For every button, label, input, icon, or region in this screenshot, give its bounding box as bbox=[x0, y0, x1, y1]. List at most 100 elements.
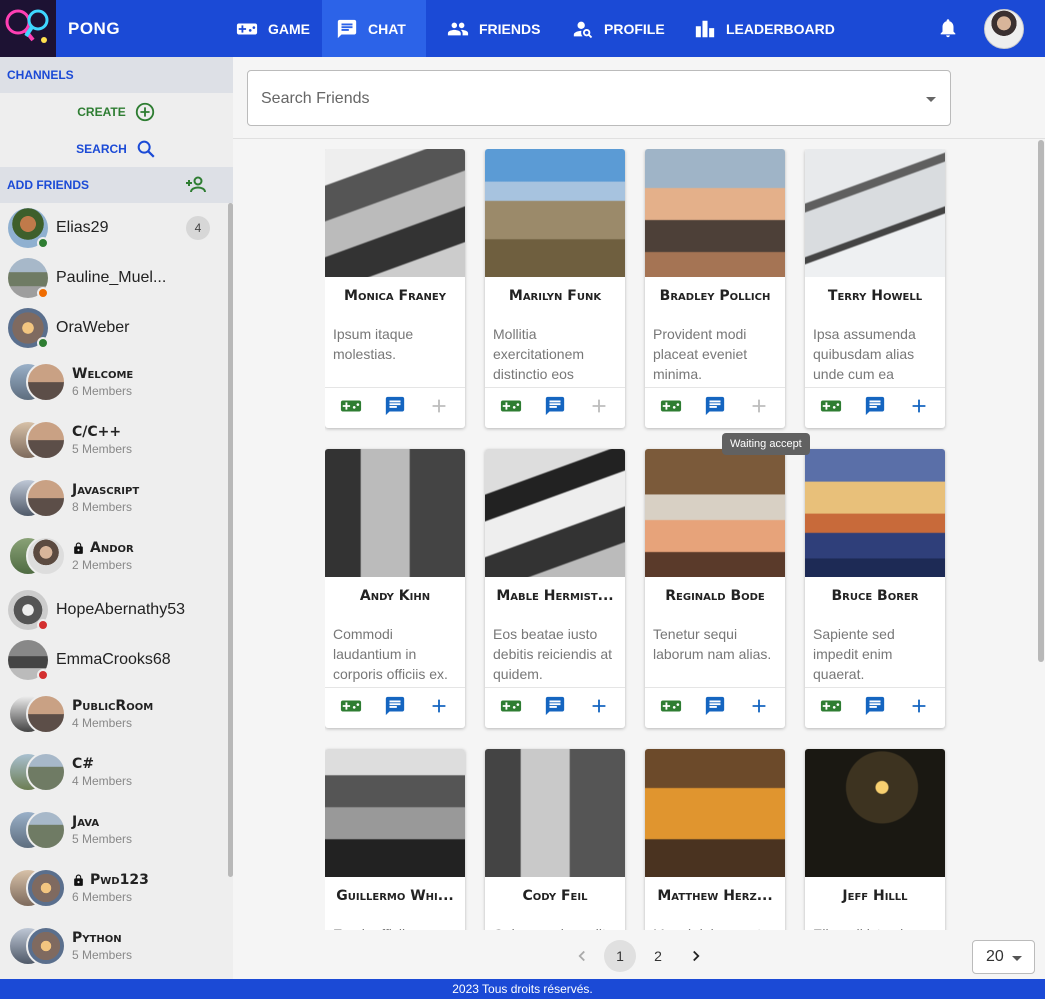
status-dot bbox=[37, 337, 49, 349]
invite-game-button[interactable] bbox=[820, 395, 842, 422]
gamepad-icon[interactable] bbox=[340, 695, 362, 717]
friend-name: OraWeber bbox=[56, 319, 130, 336]
invite-game-button[interactable] bbox=[500, 395, 522, 422]
friend-item[interactable]: EmmaCrooks68 bbox=[0, 635, 233, 685]
nav-game[interactable]: GAME bbox=[222, 0, 324, 57]
nav-profile[interactable]: PROFILE bbox=[558, 0, 679, 57]
gamepad-icon[interactable] bbox=[500, 695, 522, 717]
invite-game-button[interactable] bbox=[660, 695, 682, 722]
search-friends-select[interactable]: Search Friends bbox=[247, 70, 951, 126]
chat-icon[interactable] bbox=[384, 395, 406, 417]
channels-header: CHANNELS bbox=[0, 57, 233, 93]
main-scrollbar[interactable] bbox=[1038, 140, 1044, 662]
chat-icon[interactable] bbox=[384, 695, 406, 717]
friend-item[interactable]: Pauline_Muel... bbox=[0, 253, 233, 303]
divider bbox=[233, 138, 1045, 139]
friend-photo bbox=[805, 449, 945, 577]
channel-item[interactable]: Javascript 8 Members bbox=[0, 469, 233, 527]
add-friend-button[interactable] bbox=[428, 695, 450, 722]
friend-card-actions bbox=[805, 687, 945, 728]
chat-icon[interactable] bbox=[864, 395, 886, 417]
invite-game-button[interactable] bbox=[820, 695, 842, 722]
friend-card-actions bbox=[645, 387, 785, 428]
friend-item[interactable]: Elias29 4 bbox=[0, 203, 233, 253]
status-dot bbox=[37, 619, 49, 631]
gamepad-icon[interactable] bbox=[340, 395, 362, 417]
gamepad-icon[interactable] bbox=[660, 395, 682, 417]
add-icon bbox=[912, 699, 926, 712]
channel-item[interactable]: Pwd123 6 Members bbox=[0, 859, 233, 917]
add-friend-button[interactable] bbox=[908, 395, 930, 422]
friend-item[interactable]: HopeAbernathy53 bbox=[0, 585, 233, 635]
send-message-button[interactable] bbox=[384, 695, 406, 722]
invite-game-button[interactable] bbox=[660, 395, 682, 422]
search-label: SEARCH bbox=[76, 141, 127, 156]
send-message-button[interactable] bbox=[864, 395, 886, 422]
add-friends-header[interactable]: ADD FRIENDS bbox=[0, 167, 233, 203]
pong-logo[interactable] bbox=[0, 0, 56, 57]
friend-item[interactable]: OraWeber bbox=[0, 303, 233, 353]
channels-title: CHANNELS bbox=[7, 68, 74, 82]
avatar bbox=[26, 810, 66, 850]
add-friend-button[interactable] bbox=[588, 695, 610, 722]
channel-item[interactable]: PublicRoom 4 Members bbox=[0, 685, 233, 743]
bell-icon[interactable] bbox=[937, 17, 959, 39]
channel-item[interactable]: Welcome 6 Members bbox=[0, 353, 233, 411]
send-message-button[interactable] bbox=[704, 695, 726, 722]
channel-name: Andor bbox=[90, 540, 134, 556]
nav-friends[interactable]: FRIENDS bbox=[433, 0, 554, 57]
send-message-button[interactable] bbox=[864, 695, 886, 722]
friend-card-actions bbox=[325, 387, 465, 428]
chat-icon[interactable] bbox=[544, 395, 566, 417]
channel-name: C# bbox=[72, 756, 95, 772]
friend-card: Matthew Herz... Magni dolorem et bbox=[645, 749, 785, 930]
friends-search-panel: Search Friends Monica Franey Ipsum itaque… bbox=[233, 57, 1045, 979]
avatar bbox=[26, 926, 66, 966]
invite-game-button[interactable] bbox=[500, 695, 522, 722]
nav-chat[interactable]: CHAT bbox=[322, 0, 426, 57]
invite-game-button[interactable] bbox=[340, 395, 362, 422]
user-avatar[interactable] bbox=[984, 9, 1024, 49]
channel-item[interactable]: C/C++ 5 Members bbox=[0, 411, 233, 469]
add-friend-button[interactable] bbox=[908, 695, 930, 722]
per-page-select[interactable]: 20 bbox=[972, 940, 1035, 974]
create-channel-button[interactable]: CREATE bbox=[0, 93, 233, 130]
channel-item[interactable]: C# 4 Members bbox=[0, 743, 233, 801]
avatar bbox=[26, 694, 66, 734]
avatar bbox=[26, 868, 66, 908]
gamepad-icon[interactable] bbox=[820, 395, 842, 417]
send-message-button[interactable] bbox=[544, 695, 566, 722]
person-add-icon[interactable] bbox=[184, 173, 208, 197]
channel-item[interactable]: Python 5 Members bbox=[0, 917, 233, 975]
channel-avatars bbox=[8, 694, 68, 734]
page-button-2[interactable]: 2 bbox=[642, 940, 674, 972]
invite-game-button[interactable] bbox=[340, 695, 362, 722]
avatar bbox=[8, 590, 49, 631]
nav-leaderboard[interactable]: LEADERBOARD bbox=[680, 0, 849, 57]
next-page-button[interactable] bbox=[680, 940, 712, 972]
gamepad-icon[interactable] bbox=[660, 695, 682, 717]
page-button-1[interactable]: 1 bbox=[604, 940, 636, 972]
channel-avatars bbox=[8, 810, 68, 850]
chat-icon[interactable] bbox=[704, 395, 726, 417]
add-friend-button[interactable] bbox=[748, 695, 770, 722]
channel-members: 4 Members bbox=[72, 716, 133, 730]
chat-icon[interactable] bbox=[704, 695, 726, 717]
search-channel-button[interactable]: SEARCH bbox=[0, 130, 233, 167]
chat-icon[interactable] bbox=[544, 695, 566, 717]
chat-icon[interactable] bbox=[864, 695, 886, 717]
friend-card: Guillermo Whi... Ea ab officiis bbox=[325, 749, 465, 930]
add-icon bbox=[592, 399, 606, 412]
prev-page-button[interactable] bbox=[566, 940, 598, 972]
friend-card: Jeff Hilll Eligendi iste ab bbox=[805, 749, 945, 930]
channel-item[interactable]: Andor 2 Members bbox=[0, 527, 233, 585]
gamepad-icon[interactable] bbox=[500, 395, 522, 417]
gamepad-icon[interactable] bbox=[820, 695, 842, 717]
send-message-button[interactable] bbox=[384, 395, 406, 422]
channel-item[interactable]: Java 5 Members bbox=[0, 801, 233, 859]
channel-name: Python bbox=[72, 930, 122, 946]
brand-title[interactable]: PONG bbox=[68, 19, 120, 39]
send-message-button[interactable] bbox=[704, 395, 726, 422]
add-icon bbox=[752, 699, 766, 712]
send-message-button[interactable] bbox=[544, 395, 566, 422]
